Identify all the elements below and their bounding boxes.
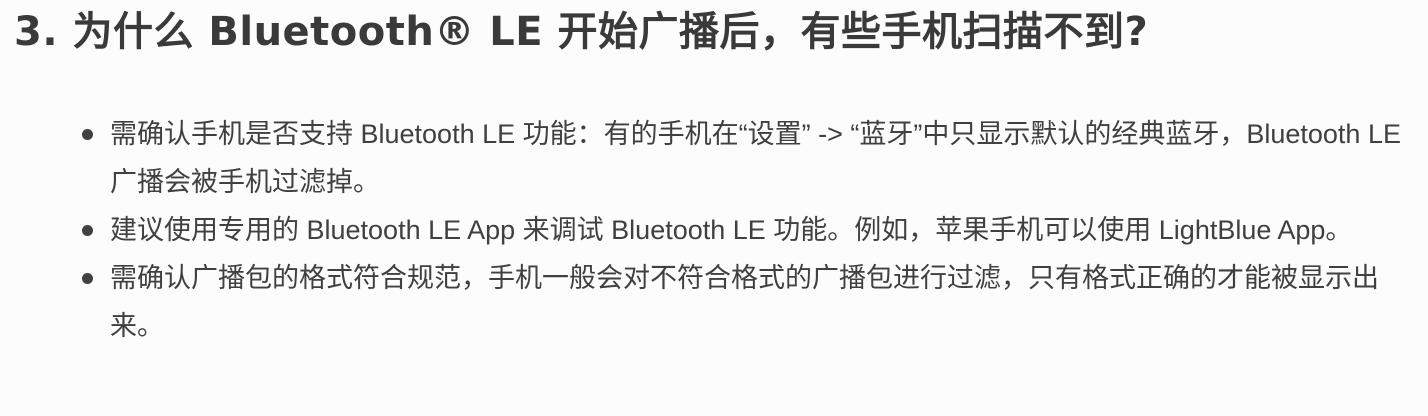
faq-section: 3. 为什么 Bluetooth® LE 开始广播后，有些手机扫描不到? 需确认… — [0, 0, 1428, 416]
list-item: 需确认广播包的格式符合规范，手机一般会对不符合格式的广播包进行过滤，只有格式正确… — [0, 254, 1428, 350]
section-heading: 3. 为什么 Bluetooth® LE 开始广播后，有些手机扫描不到? — [14, 9, 1149, 55]
answer-list: 需确认手机是否支持 Bluetooth LE 功能：有的手机在“设置” -> “… — [0, 110, 1428, 350]
list-item-text: 建议使用专用的 Bluetooth LE App 来调试 Bluetooth L… — [110, 215, 1353, 245]
bullet-icon — [82, 129, 93, 140]
list-item-text: 需确认手机是否支持 Bluetooth LE 功能：有的手机在“设置” -> “… — [110, 119, 1401, 197]
bullet-icon — [82, 273, 93, 284]
list-item-text: 需确认广播包的格式符合规范，手机一般会对不符合格式的广播包进行过滤，只有格式正确… — [110, 263, 1379, 341]
bullet-icon — [82, 225, 93, 236]
list-item: 需确认手机是否支持 Bluetooth LE 功能：有的手机在“设置” -> “… — [0, 110, 1428, 206]
list-item: 建议使用专用的 Bluetooth LE App 来调试 Bluetooth L… — [0, 206, 1428, 254]
